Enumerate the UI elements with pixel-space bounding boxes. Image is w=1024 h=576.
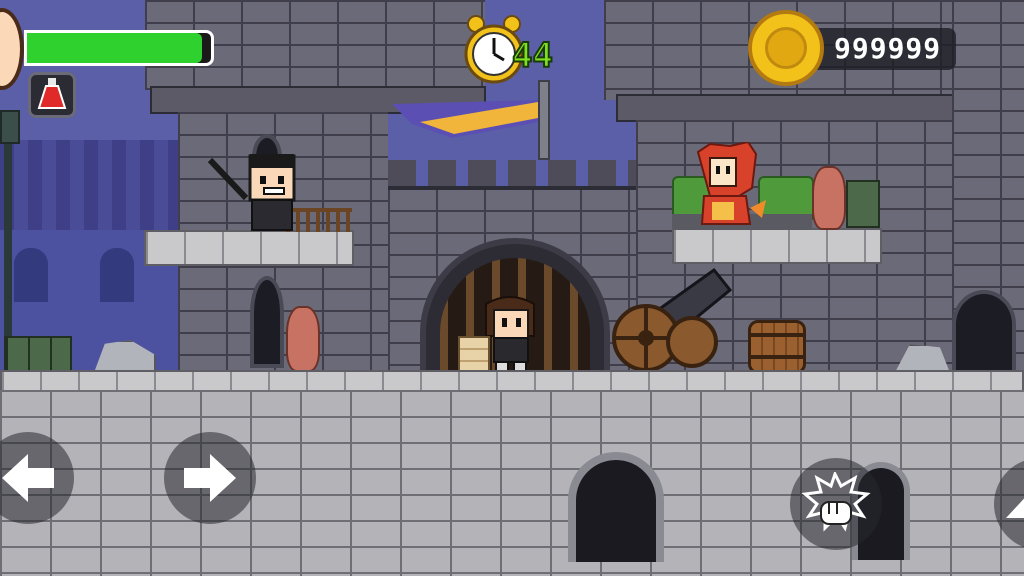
gold-coin-icon — [748, 10, 824, 86]
street-lamp-post — [4, 120, 12, 370]
arrow-up-icon — [1006, 498, 1024, 518]
right-balcony — [672, 228, 882, 264]
wall-drain-arch — [568, 452, 664, 562]
left-tower-lower-window — [250, 276, 284, 368]
game-scene: 44 999999 — [0, 0, 1024, 576]
left-balcony — [144, 230, 354, 266]
clay-vase — [812, 166, 846, 230]
cannon — [604, 266, 734, 376]
coin-count: 999999 — [834, 32, 942, 65]
flag-pole — [538, 80, 550, 160]
background-window — [14, 248, 48, 302]
arrow-left-icon — [2, 454, 54, 502]
far-right-arch — [952, 290, 1016, 376]
wooden-barrel — [748, 320, 806, 374]
guard-enemy — [206, 150, 302, 234]
move-right-button[interactable] — [164, 432, 256, 524]
red-potion-icon — [37, 78, 67, 109]
grain-sacks — [458, 336, 490, 374]
clay-vase — [286, 306, 320, 372]
background-window — [100, 248, 134, 302]
fist-punch-icon — [801, 472, 871, 532]
green-crate — [4, 336, 72, 374]
supply-crate — [846, 180, 880, 228]
banner-flag — [392, 100, 538, 138]
street-lamp-head — [0, 110, 20, 144]
dragon-enemy — [690, 140, 768, 230]
potion-slot[interactable] — [28, 72, 76, 118]
health-bar — [24, 30, 214, 66]
player-character — [482, 296, 538, 374]
walkway-ledge — [0, 370, 1024, 392]
background-roof — [0, 140, 180, 230]
punch-button[interactable] — [790, 458, 882, 550]
arrow-right-icon — [184, 454, 236, 502]
health-bar-fill — [27, 33, 202, 63]
right-tower-ledge — [616, 94, 974, 122]
central-battlements — [388, 160, 638, 190]
timer-value: 44 — [511, 35, 554, 77]
